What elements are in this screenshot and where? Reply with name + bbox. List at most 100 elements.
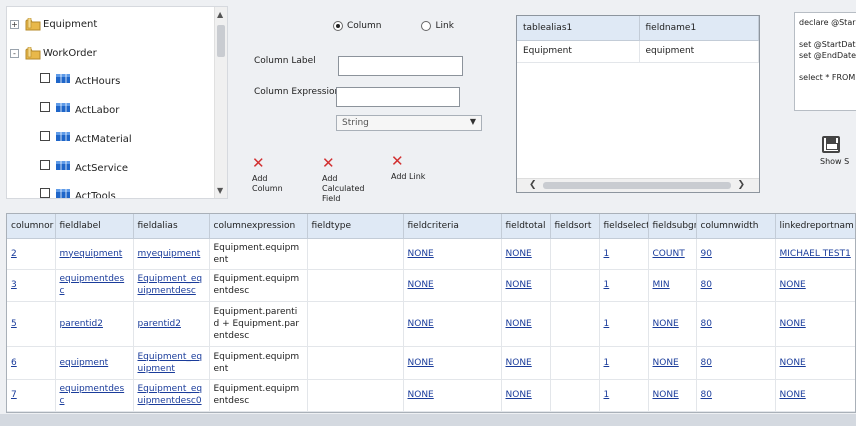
cell-link[interactable]: 1 [599,301,649,347]
table-row[interactable]: Equipment equipment [517,40,759,63]
cell-link[interactable]: NONE [501,301,551,347]
cell-link[interactable]: NONE [501,346,551,380]
add-calculated-field-button[interactable]: ✕ Add Calculated Field [322,155,366,204]
cell-link[interactable]: NONE [775,346,855,380]
cell-link[interactable]: parentid2 [133,301,210,347]
scroll-thumb[interactable] [543,182,731,189]
cell-link[interactable]: myequipment [55,238,134,270]
cell-link[interactable]: 6 [7,346,56,380]
column-header[interactable]: fieldname1 [639,16,759,41]
cell-link[interactable]: NONE [648,346,697,380]
column-header[interactable]: fieldalias [133,214,210,239]
cell-link[interactable]: 5 [7,301,56,347]
cell-link[interactable]: Equipment_equipmentdesc [133,269,210,302]
cell-link[interactable]: equipmentdesc [55,269,134,302]
cell-link[interactable]: equipmentdesc [55,379,134,412]
table-row[interactable]: 6 equipment Equipment_equipment Equipmen… [7,346,855,380]
checkbox[interactable] [40,101,50,112]
column-header[interactable]: fieldlabel [55,214,134,239]
cell-link[interactable]: 7 [7,379,56,412]
column-header[interactable]: fieldtype [307,214,404,239]
cell-link[interactable]: NONE [775,301,855,347]
cell-link[interactable]: 90 [696,238,776,270]
cell-link[interactable]: equipment [55,346,134,380]
add-link-button[interactable]: ✕ Add Link [391,153,431,182]
column-header[interactable]: fieldsubgr [648,214,697,239]
checkbox[interactable] [40,130,50,141]
cell-link[interactable]: NONE [501,269,551,302]
alias-horizontal-scrollbar[interactable]: ❮ ❯ [517,178,759,192]
scroll-up-icon[interactable]: ▲ [217,10,223,19]
radio-link[interactable] [421,21,432,31]
column-expression-input[interactable] [336,87,460,107]
table-row[interactable]: 2 myequipment myequipment Equipment.equi… [7,238,855,270]
table-row[interactable]: 3 equipmentdesc Equipment_equipmentdesc … [7,269,855,302]
cell-link[interactable]: MIN [648,269,697,302]
tree-child-actlabor[interactable]: ActLabor [40,97,119,116]
cell-link[interactable]: NONE [648,301,697,347]
sql-textarea[interactable]: declare @Star set @StartDat set @EndDate… [794,12,856,111]
columns-grid[interactable]: columnor fieldlabel fieldalias columnexp… [6,213,856,413]
tree-scrollbar[interactable]: ▲ ▼ [214,7,227,198]
scroll-down-icon[interactable]: ▼ [217,186,223,195]
collapse-toggle[interactable]: - [10,49,19,58]
cell-link[interactable]: 1 [599,269,649,302]
cell-link[interactable]: NONE [403,238,502,270]
cell-link[interactable]: 80 [696,269,776,302]
cell-link[interactable]: myequipment [133,238,210,270]
cell-link[interactable]: COUNT [648,238,697,270]
cell-link[interactable]: NONE [403,379,502,412]
column-label-input[interactable] [338,56,463,76]
cell-link[interactable]: NONE [775,269,855,302]
cell-link[interactable]: NONE [403,301,502,347]
column-header[interactable]: linkedreportnam [775,214,855,239]
cell-link[interactable]: NONE [403,346,502,380]
cell-link[interactable]: NONE [648,379,697,412]
cell-link[interactable]: 80 [696,379,776,412]
column-header[interactable]: columnexpression [209,214,308,239]
cell-link[interactable]: NONE [403,269,502,302]
checkbox[interactable] [40,72,50,83]
cell-link[interactable]: 2 [7,238,56,270]
cell-link[interactable]: MICHAEL TEST1 [775,238,855,270]
scroll-right-icon[interactable]: ❯ [737,180,745,190]
checkbox[interactable] [40,159,50,170]
column-header[interactable]: fieldtotal [501,214,551,239]
cell-link[interactable]: 1 [599,238,649,270]
column-header[interactable]: columnor [7,214,56,239]
tree-child-acttools[interactable]: ActTools [40,183,116,198]
checkbox[interactable] [40,187,50,198]
radio-column[interactable] [333,21,343,31]
cell-link[interactable]: NONE [501,379,551,412]
cell-link[interactable]: Equipment_equipmentdesc0 [133,379,210,412]
cell-link[interactable]: 3 [7,269,56,302]
cell-link[interactable]: 80 [696,346,776,380]
field-type-select[interactable]: String ▼ [336,115,482,131]
expand-toggle[interactable]: + [10,20,19,29]
cell-link[interactable]: NONE [501,238,551,270]
scroll-thumb[interactable] [217,25,225,57]
cell-link[interactable]: 1 [599,346,649,380]
tree-node-workorder[interactable]: - WorkOrder [10,47,97,60]
cell-link[interactable]: 1 [599,379,649,412]
table-tree[interactable]: + Equipment - WorkOrder ActHours ActLabo… [6,6,228,199]
table-row[interactable]: 5 parentid2 parentid2 Equipment.parentid… [7,301,855,347]
show-sql-button[interactable]: Show S [820,136,849,166]
tree-child-actservice[interactable]: ActService [40,155,128,174]
cell-link[interactable]: Equipment_equipment [133,346,210,380]
column-header[interactable]: fieldcriteria [403,214,502,239]
tree-node-equipment[interactable]: + Equipment [10,18,97,31]
cell-link[interactable]: 80 [696,301,776,347]
column-header[interactable]: fieldselect [599,214,649,239]
add-column-button[interactable]: ✕ Add Column [252,155,292,194]
scroll-left-icon[interactable]: ❮ [529,180,537,190]
column-header[interactable]: tablealias1 [517,16,640,41]
cell-link[interactable]: parentid2 [55,301,134,347]
column-header[interactable]: fieldsort [550,214,600,239]
tree-child-acthours[interactable]: ActHours [40,68,120,87]
table-row[interactable]: 7 equipmentdesc Equipment_equipmentdesc0… [7,379,855,412]
tree-child-actmaterial[interactable]: ActMaterial [40,126,132,145]
cell-link[interactable]: NONE [775,379,855,412]
column-header[interactable]: columnwidth [696,214,776,239]
alias-grid[interactable]: tablealias1 fieldname1 Equipment equipme… [516,15,760,193]
